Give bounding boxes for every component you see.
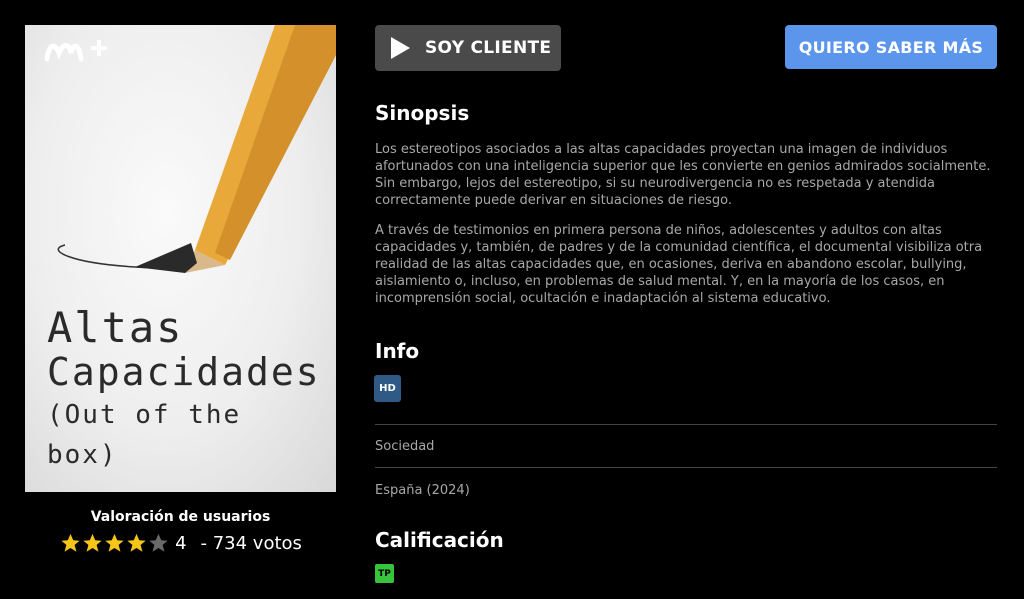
synopsis-paragraph-2: A través de testimonios en primera perso…: [375, 223, 983, 306]
quiero-saber-mas-button[interactable]: QUIERO SABER MÁS: [785, 25, 997, 69]
info-heading: Info: [375, 339, 420, 363]
rating-score: 4: [175, 532, 187, 554]
synopsis-heading: Sinopsis: [375, 101, 470, 125]
country-year-text: España (2024): [375, 483, 470, 498]
star-filled-icon: [61, 533, 80, 552]
movistar-plus-logo: [44, 40, 107, 62]
star-empty-icon: [149, 533, 168, 552]
hd-badge: HD: [374, 375, 401, 402]
calificacion-heading: Calificación: [375, 528, 504, 552]
poster-image: Altas Capacidades (Out of the box): [25, 25, 336, 492]
user-rating: 4 - 734 votos: [25, 532, 336, 554]
quiero-saber-mas-label: QUIERO SABER MÁS: [798, 37, 984, 57]
play-icon: [391, 37, 410, 59]
divider: [375, 467, 997, 468]
genre-text: Sociedad: [375, 439, 435, 454]
soy-cliente-label: SOY CLIENTE: [425, 38, 552, 58]
poster-title-line2: Capacidades: [47, 350, 321, 394]
star-filled-icon: [105, 533, 124, 552]
star-filled-icon: [83, 533, 102, 552]
star-filled-icon: [127, 533, 146, 552]
soy-cliente-button[interactable]: SOY CLIENTE: [375, 25, 561, 71]
rating-votes: - 734 votos: [200, 532, 302, 554]
synopsis-paragraph-1: Los estereotipos asociados a las altas c…: [375, 142, 991, 208]
rating-title: Valoración de usuarios: [90, 509, 271, 525]
poster-title-line1: Altas: [47, 303, 184, 352]
tp-rating-badge: TP: [375, 564, 394, 583]
poster-title-line3: (Out of the box): [47, 400, 242, 470]
divider: [375, 424, 997, 425]
star-rating: [59, 532, 169, 554]
poster-title: Altas Capacidades (Out of the box): [47, 307, 327, 475]
